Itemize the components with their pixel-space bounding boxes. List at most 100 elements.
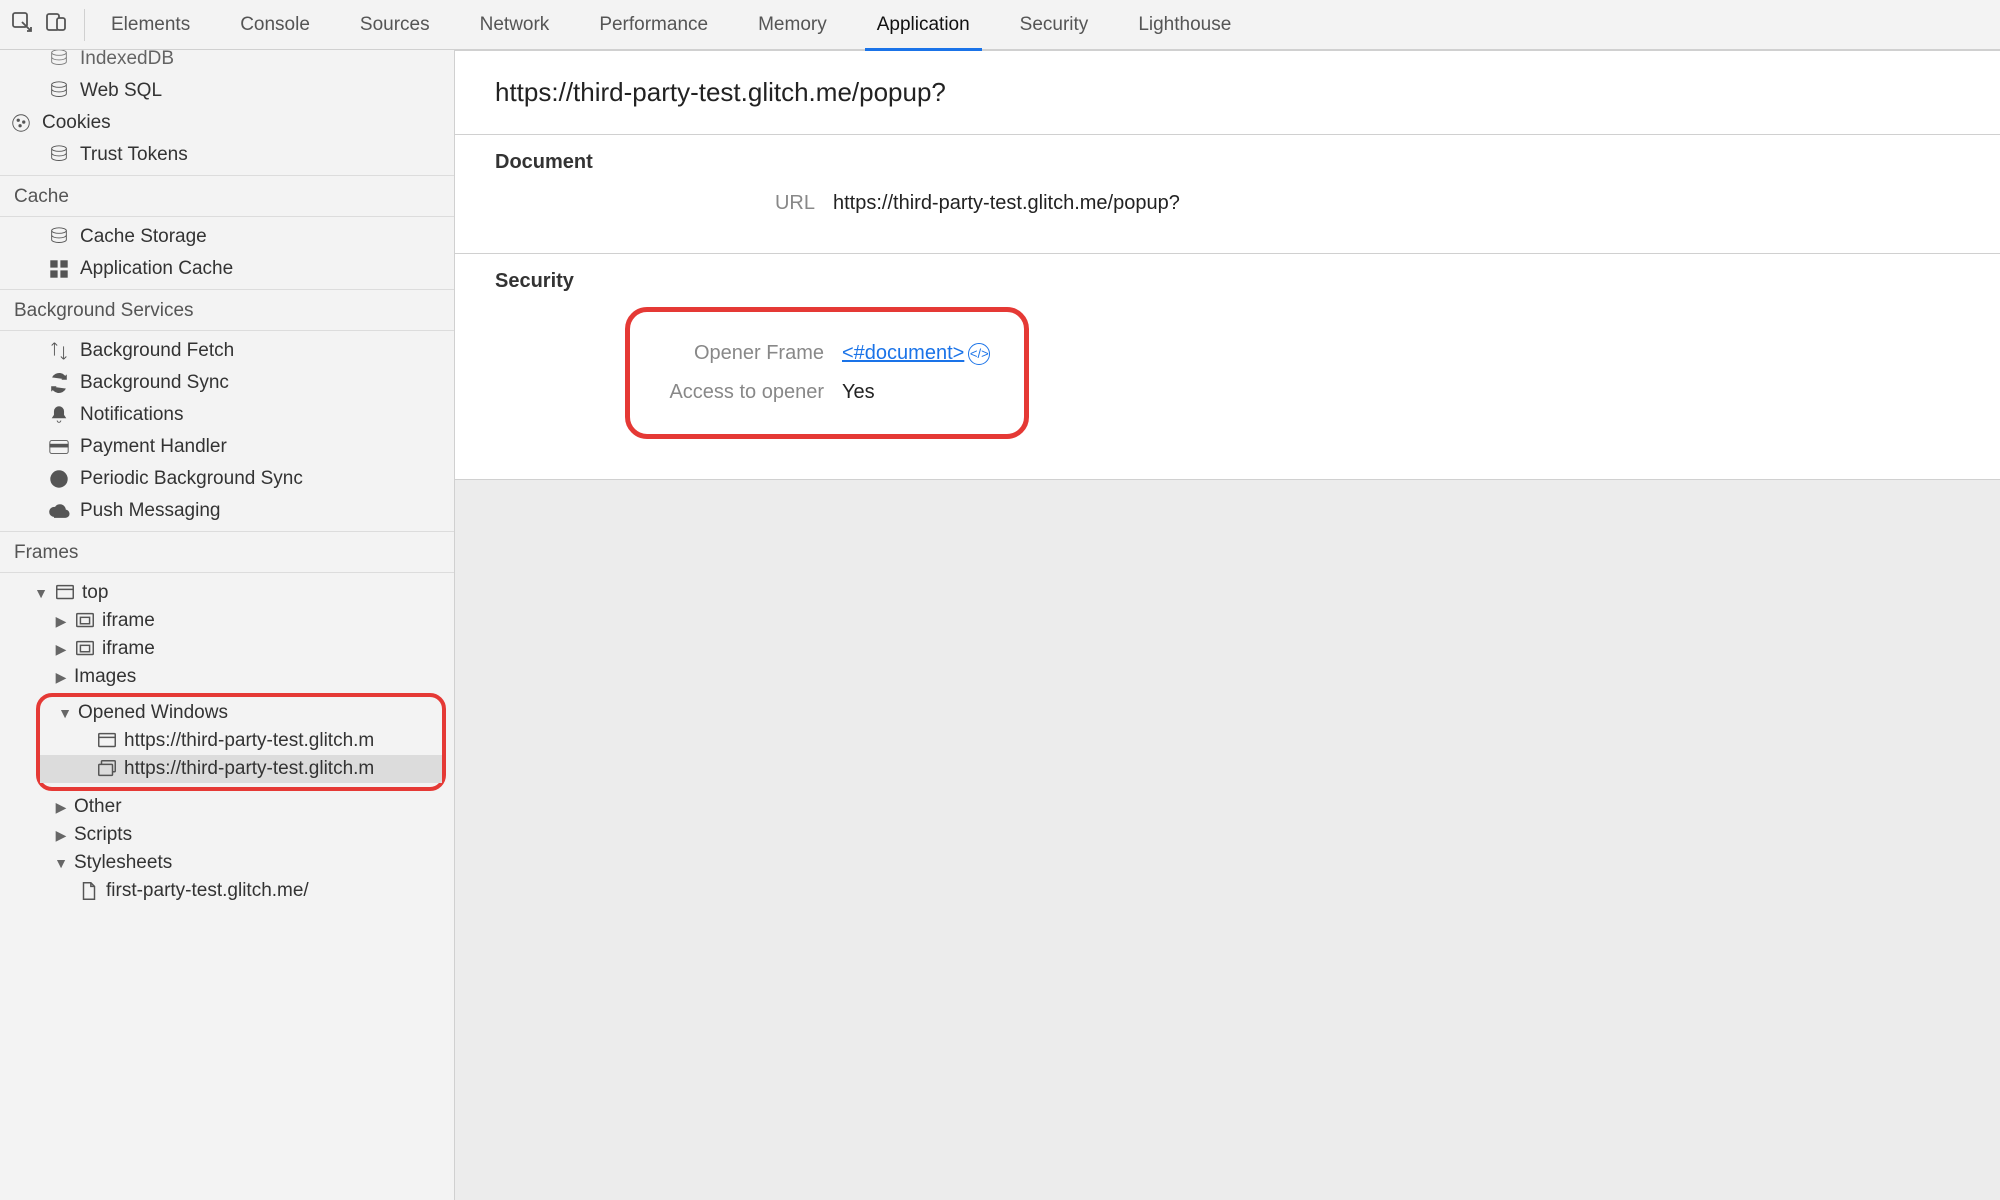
kv-label-access: Access to opener — [644, 381, 824, 404]
section-document: Document URL https://third-party-test.gl… — [455, 135, 2000, 254]
tree-node-images[interactable]: ▶ Images — [8, 663, 454, 691]
sidebar-item-notifications[interactable]: Notifications — [0, 399, 454, 431]
database-icon — [48, 226, 70, 248]
sidebar-item-cookies[interactable]: ▶ Cookies — [0, 107, 454, 139]
sidebar-item-paymenthandler[interactable]: Payment Handler — [0, 431, 454, 463]
tree-node-label: Opened Windows — [78, 702, 228, 724]
iframe-icon — [74, 611, 96, 631]
sidebar-item-label: Cache Storage — [80, 226, 207, 248]
tree-node-label: Images — [74, 666, 136, 688]
tree-node-label: https://third-party-test.glitch.m — [124, 758, 374, 780]
frame-title-text: https://third-party-test.glitch.me/popup… — [495, 77, 946, 107]
tab-performance[interactable]: Performance — [575, 0, 732, 50]
tab-sources[interactable]: Sources — [336, 0, 454, 50]
windows-icon — [96, 759, 118, 779]
tree-node-window-2[interactable]: https://third-party-test.glitch.m — [40, 755, 442, 783]
frames-tree: ▼ top ▶ iframe ▶ iframe — [0, 573, 454, 911]
tree-node-label: https://third-party-test.glitch.m — [124, 730, 374, 752]
database-icon — [48, 144, 70, 166]
sidebar-item-label: Application Cache — [80, 258, 233, 280]
tree-node-other[interactable]: ▶ Other — [8, 793, 454, 821]
sidebar-item-pushmessaging[interactable]: Push Messaging — [0, 495, 454, 527]
tree-node-top[interactable]: ▼ top — [8, 579, 454, 607]
chevron-right-icon: ▶ — [54, 827, 68, 844]
reveal-in-elements-icon[interactable]: </> — [968, 343, 990, 365]
sidebar-item-label: Cookies — [42, 112, 111, 134]
highlight-opened-windows: ▼ Opened Windows https://third-party-tes… — [36, 693, 446, 791]
sidebar-item-label: Background Sync — [80, 372, 229, 394]
tab-network[interactable]: Network — [456, 0, 574, 50]
sidebar-item-cachestorage[interactable]: Cache Storage — [0, 221, 454, 253]
clock-icon — [48, 468, 70, 490]
kv-label-url: URL — [635, 192, 815, 215]
tree-node-stylesheets[interactable]: ▼ Stylesheets — [8, 849, 454, 877]
sidebar-item-label: Periodic Background Sync — [80, 468, 303, 490]
sidebar-item-label: Web SQL — [80, 80, 162, 102]
devtools-tabbar: Elements Console Sources Network Perform… — [0, 0, 2000, 50]
grid-icon — [48, 258, 70, 280]
sync-icon — [48, 372, 70, 394]
application-sidebar: IndexedDB Web SQL ▶ Cookies Trust Token — [0, 50, 455, 1200]
frame-title: https://third-party-test.glitch.me/popup… — [455, 50, 2000, 135]
transfer-icon — [48, 340, 70, 362]
tab-memory[interactable]: Memory — [734, 0, 851, 50]
sidebar-item-label: Background Fetch — [80, 340, 234, 362]
kv-value-url: https://third-party-test.glitch.me/popup… — [833, 192, 1180, 215]
tree-node-stylesheet-leaf[interactable]: first-party-test.glitch.me/ — [8, 877, 454, 905]
file-icon — [78, 881, 100, 901]
window-icon — [96, 731, 118, 751]
application-main: https://third-party-test.glitch.me/popup… — [455, 50, 2000, 1200]
sidebar-item-periodicbgsync[interactable]: Periodic Background Sync — [0, 463, 454, 495]
sidebar-item-label: Trust Tokens — [80, 144, 188, 166]
sidebar-item-bgfetch[interactable]: Background Fetch — [0, 335, 454, 367]
window-icon — [54, 583, 76, 603]
device-toggle-icon[interactable] — [44, 10, 68, 39]
sidebar-item-trusttokens[interactable]: Trust Tokens — [0, 139, 454, 171]
chevron-right-icon: ▶ — [54, 613, 68, 630]
tree-node-label: Other — [74, 796, 122, 818]
tree-node-iframe[interactable]: ▶ iframe — [8, 607, 454, 635]
chevron-down-icon: ▼ — [54, 855, 68, 871]
kv-value-opener: <#document></> — [842, 342, 990, 365]
section-security: Security Opener Frame <#document></> Acc… — [455, 254, 2000, 480]
tree-node-label: Stylesheets — [74, 852, 172, 874]
sidebar-item-label: IndexedDB — [80, 50, 174, 70]
chevron-down-icon: ▼ — [34, 585, 48, 601]
bell-icon — [48, 404, 70, 426]
sidebar-item-appcache[interactable]: Application Cache — [0, 253, 454, 285]
sidebar-item-websql[interactable]: Web SQL — [0, 75, 454, 107]
tree-node-label: Scripts — [74, 824, 132, 846]
tab-application[interactable]: Application — [853, 0, 994, 50]
database-icon — [48, 50, 70, 70]
sidebar-group-cache: Cache — [0, 175, 454, 217]
tab-security[interactable]: Security — [996, 0, 1113, 50]
tree-node-scripts[interactable]: ▶ Scripts — [8, 821, 454, 849]
tree-node-label: iframe — [102, 638, 155, 660]
chevron-right-icon: ▶ — [54, 641, 68, 658]
tree-node-label: iframe — [102, 610, 155, 632]
chevron-down-icon: ▼ — [58, 705, 72, 721]
section-heading-document: Document — [495, 151, 1960, 174]
chevron-right-icon: ▶ — [54, 669, 68, 686]
sidebar-item-indexeddb[interactable]: IndexedDB — [0, 50, 454, 75]
sidebar-item-label: Push Messaging — [80, 500, 220, 522]
kv-value-access: Yes — [842, 381, 875, 404]
tree-node-label: top — [82, 582, 108, 604]
highlight-security-fields: Opener Frame <#document></> Access to op… — [625, 307, 1029, 439]
chevron-right-icon: ▶ — [54, 799, 68, 816]
inspect-icon[interactable] — [10, 10, 34, 39]
sidebar-item-bgsync[interactable]: Background Sync — [0, 367, 454, 399]
tree-node-window-1[interactable]: https://third-party-test.glitch.m — [40, 727, 442, 755]
tree-node-opened-windows[interactable]: ▼ Opened Windows — [40, 699, 442, 727]
sidebar-item-label: Payment Handler — [80, 436, 227, 458]
sidebar-group-frames: Frames — [0, 531, 454, 573]
tree-node-iframe[interactable]: ▶ iframe — [8, 635, 454, 663]
tab-elements[interactable]: Elements — [87, 0, 214, 50]
toolbar-left-icons — [10, 9, 85, 41]
opener-frame-link[interactable]: <#document> — [842, 342, 964, 364]
creditcard-icon — [48, 436, 70, 458]
tab-console[interactable]: Console — [216, 0, 334, 50]
database-icon — [48, 80, 70, 102]
tab-lighthouse[interactable]: Lighthouse — [1114, 0, 1255, 50]
sidebar-item-label: Notifications — [80, 404, 184, 426]
